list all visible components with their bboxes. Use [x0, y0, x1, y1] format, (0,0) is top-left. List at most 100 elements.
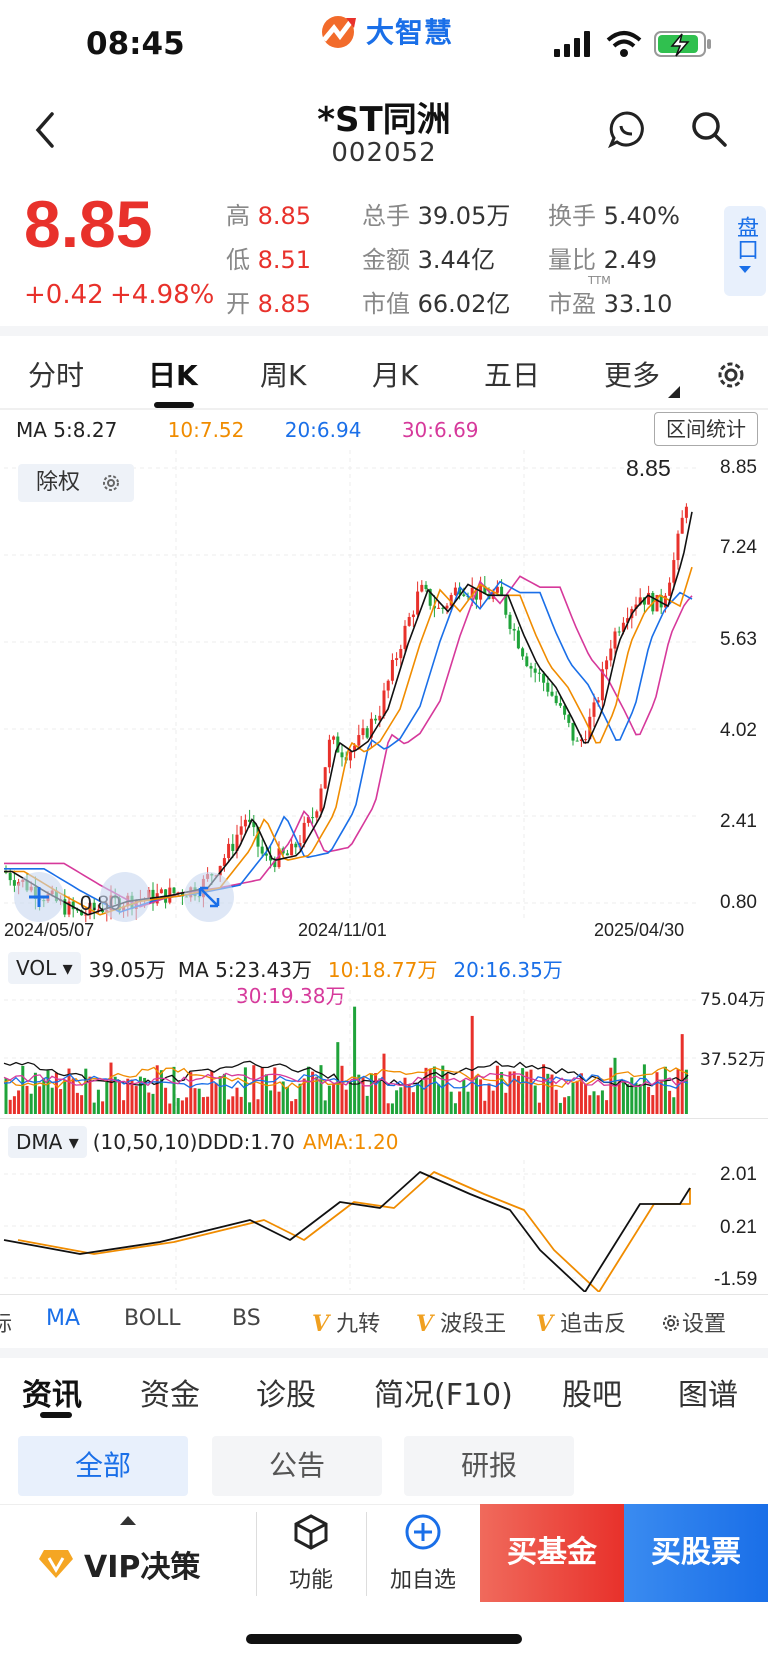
volume-bar [416, 1082, 420, 1114]
volume-bar [638, 1084, 642, 1114]
candle-body [260, 846, 264, 854]
app-logo: 大智慧 [318, 10, 453, 52]
dma-selector[interactable]: DMA ▾ [8, 1126, 87, 1158]
price-change-pct: +4.98% [110, 280, 215, 310]
tab-news[interactable]: 资讯 [22, 1370, 82, 1414]
pankou-button[interactable]: 盘口 [724, 206, 766, 296]
candle-body [315, 811, 319, 818]
candle-body [512, 628, 516, 631]
period-tabs: 分时 日K 周K 月K 五日 更多 [0, 350, 768, 410]
candle-body [680, 517, 684, 534]
volume-bar [563, 1097, 567, 1114]
tab-weekly-k[interactable]: 周K [260, 354, 306, 394]
tab-graph[interactable]: 图谱 [678, 1370, 738, 1414]
ind-tab-boll[interactable]: BOLL [124, 1306, 181, 1331]
volume-bar [315, 1076, 319, 1114]
volume-bar [462, 1079, 466, 1114]
candle-body [462, 594, 466, 596]
tab-daily-k[interactable]: 日K [148, 354, 198, 394]
candle-body [311, 817, 315, 819]
buy-fund-button[interactable]: 买基金 [480, 1504, 624, 1602]
kline-chart[interactable] [0, 450, 768, 940]
tab-diagnose[interactable]: 诊股 [256, 1370, 316, 1414]
tab-five-day[interactable]: 五日 [484, 354, 540, 394]
range-stats-button[interactable]: 区间统计 [654, 412, 758, 446]
volume-bar [298, 1083, 302, 1114]
chuquan-button[interactable]: 除权 [18, 464, 134, 502]
volume-bar [239, 1096, 243, 1114]
volume-bar [84, 1068, 88, 1114]
dma-chart[interactable] [0, 1160, 700, 1292]
candle-body [390, 659, 394, 681]
filter-all[interactable]: 全部 [18, 1436, 188, 1496]
tab-funds[interactable]: 资金 [140, 1370, 200, 1414]
ind-tab-zhuiji[interactable]: V 追击反 [536, 1306, 626, 1338]
tab-forum[interactable]: 股吧 [562, 1370, 622, 1414]
vol-selector[interactable]: VOL ▾ [8, 952, 81, 984]
candle-body [395, 658, 399, 660]
tab-fenshi[interactable]: 分时 [28, 354, 84, 394]
ind-tab-bs[interactable]: BS [232, 1306, 261, 1331]
candle-body [159, 889, 163, 894]
ind-settings[interactable]: 设置 [660, 1306, 726, 1338]
volume-bar [260, 1067, 264, 1114]
volume-bar [567, 1096, 571, 1114]
volume-bar [168, 1103, 172, 1114]
logo-icon [322, 16, 356, 48]
filter-announcements[interactable]: 公告 [212, 1436, 382, 1496]
zoom-out-button[interactable] [100, 872, 150, 922]
expand-button[interactable] [184, 872, 234, 922]
expand-icon [198, 886, 220, 908]
vertical-divider [256, 1512, 257, 1596]
cube-icon [294, 1514, 328, 1550]
chat-icon[interactable] [608, 110, 646, 148]
candle-body [319, 788, 323, 812]
volume-bar [306, 1066, 310, 1114]
volume-bar [12, 1096, 16, 1114]
ind-tab-jiuzhuan[interactable]: V 九转 [312, 1306, 380, 1338]
search-icon[interactable] [690, 110, 728, 148]
volume-bar [676, 1069, 680, 1114]
quote-high: 高 8.85 [226, 202, 312, 230]
candle-body [239, 826, 243, 835]
ind-tab-partial[interactable]: 标 [0, 1306, 12, 1338]
active-tab-indicator [40, 1412, 72, 1418]
ind-tab-ma[interactable]: MA [46, 1306, 80, 1331]
volume-chart[interactable] [0, 990, 700, 1120]
price-axis-label: 0.80 [720, 892, 757, 913]
ma5-line [4, 511, 693, 916]
zoom-in-button[interactable] [14, 872, 64, 922]
volume-bar [453, 1103, 457, 1114]
add-watchlist-label: 加自选 [389, 1568, 456, 1593]
volume-bar [231, 1096, 235, 1114]
tab-f10[interactable]: 简况(F10) [374, 1370, 513, 1414]
filter-research[interactable]: 研报 [404, 1436, 574, 1496]
ind-tab-boduanwang[interactable]: V 波段王 [416, 1306, 506, 1338]
function-button[interactable]: 功能 [266, 1512, 356, 1594]
volume-bar [344, 1089, 348, 1114]
gear-icon[interactable] [714, 358, 748, 392]
volume-bar [466, 1091, 470, 1114]
home-indicator[interactable] [246, 1634, 522, 1644]
candle-body [613, 631, 617, 649]
quote-turnover: 换手 5.40% [548, 202, 680, 230]
volume-bar [491, 1090, 495, 1114]
volume-bar [311, 1071, 315, 1114]
candle-body [525, 656, 529, 667]
vip-decision-button[interactable]: VIP决策 [38, 1542, 200, 1586]
stock-code: 002052 [331, 138, 437, 168]
pankou-label: 盘口 [733, 216, 758, 260]
candle-body [542, 673, 546, 683]
tab-monthly-k[interactable]: 月K [372, 354, 418, 394]
buy-stock-button[interactable]: 买股票 [624, 1504, 768, 1602]
add-watchlist-button[interactable]: 加自选 [378, 1512, 468, 1594]
vol-ma20: 20:16.35万 [453, 957, 563, 982]
volume-bar [159, 1070, 163, 1114]
volume-bar [201, 1097, 205, 1114]
candle-body [676, 533, 680, 561]
tab-more[interactable]: 更多 [604, 354, 660, 394]
last-price-marker: 8.85 [626, 455, 671, 481]
caret-up-icon[interactable] [120, 1516, 136, 1525]
volume-bar [449, 1091, 453, 1114]
volume-bar [508, 1071, 512, 1114]
